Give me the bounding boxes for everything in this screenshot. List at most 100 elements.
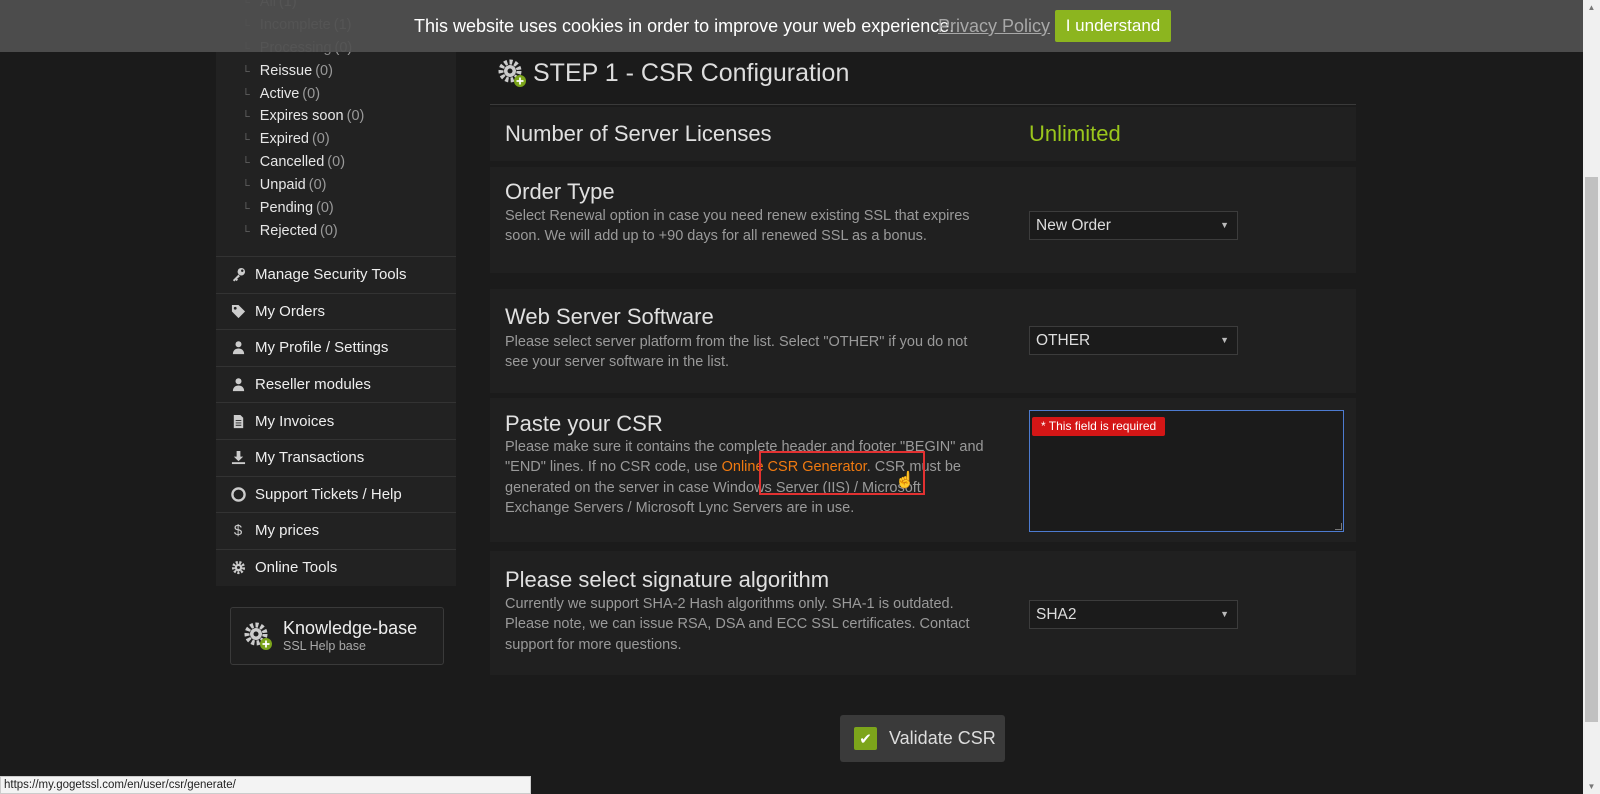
- sidebar-item-my-prices[interactable]: $ My prices: [216, 512, 456, 549]
- page-scrollbar[interactable]: ▲ ▼: [1583, 0, 1600, 794]
- csr-title: Paste your CSR: [505, 411, 663, 436]
- licenses-row: Number of Server Licenses Unlimited: [490, 107, 1356, 161]
- hand-cursor-icon: ☝: [895, 472, 915, 489]
- sidebar-item-my-invoices[interactable]: My Invoices: [216, 402, 456, 439]
- order-status-item[interactable]: └ Expires soon (0): [216, 105, 456, 128]
- order-status-count: (0): [327, 154, 346, 171]
- tree-branch-icon: └: [242, 134, 250, 147]
- scrollbar-thumb[interactable]: [1585, 177, 1598, 722]
- order-status-item[interactable]: └ Expired (0): [216, 128, 456, 151]
- sidebar-item-my-orders[interactable]: My Orders: [216, 292, 456, 330]
- order-status-item[interactable]: └ Unpaid (0): [216, 174, 456, 197]
- gear-icon: [230, 560, 246, 576]
- sidebar-item-support-tickets-help[interactable]: Support Tickets / Help: [216, 475, 456, 513]
- tree-branch-icon: └: [242, 88, 250, 101]
- order-type-selected: New Order: [1036, 217, 1111, 234]
- cookie-message: This website uses cookies in order to im…: [414, 16, 955, 36]
- knowledge-base-subtitle: SSL Help base: [283, 639, 366, 653]
- order-status-label: Reissue: [259, 62, 313, 79]
- order-status-count: (0): [346, 108, 365, 125]
- step-title-text: STEP 1 - CSR Configuration: [533, 58, 850, 87]
- privacy-policy-link[interactable]: Privacy Policy: [938, 16, 1050, 37]
- validate-csr-label: Validate CSR: [889, 728, 996, 748]
- sidebar-nav: Manage Security Tools My Orders My Profile…: [216, 256, 456, 585]
- key-icon: [230, 267, 246, 283]
- cookie-accept-button[interactable]: I understand: [1055, 10, 1171, 42]
- licenses-value: Unlimited: [1029, 121, 1121, 146]
- signature-description: Currently we support SHA-2 Hash algorith…: [505, 596, 970, 653]
- tree-branch-icon: └: [242, 225, 250, 238]
- tree-branch-icon: └: [242, 111, 250, 124]
- validate-csr-button[interactable]: ✔ Validate CSR: [840, 715, 1005, 762]
- sidebar-item-label: My Invoices: [255, 412, 335, 430]
- dropdown-arrow-icon: ▼: [1220, 335, 1229, 345]
- order-type-title: Order Type: [505, 179, 615, 204]
- order-status-label: Pending: [259, 200, 314, 217]
- order-status-count: (0): [315, 62, 333, 79]
- order-status-count: (0): [302, 85, 321, 102]
- sidebar-item-my-profile-settings[interactable]: My Profile / Settings: [216, 329, 456, 366]
- user-icon: [230, 377, 246, 393]
- order-type-description: Select Renewal option in case you need r…: [505, 208, 970, 245]
- knowledge-base-box[interactable]: Knowledge-base SSL Help base: [230, 607, 444, 665]
- order-status-item[interactable]: └ Rejected (0): [216, 220, 456, 243]
- signature-select[interactable]: SHA2 ▼: [1029, 600, 1238, 629]
- user-icon: [230, 340, 246, 356]
- csr-textarea[interactable]: * This field is required: [1029, 410, 1344, 532]
- order-status-item[interactable]: └ Cancelled (0): [216, 151, 456, 174]
- signature-row: Please select signature algorithm Curren…: [490, 551, 1356, 675]
- sidebar-item-label: My Profile / Settings: [255, 339, 389, 357]
- resize-handle[interactable]: [1335, 523, 1342, 530]
- order-type-select[interactable]: New Order ▼: [1029, 211, 1238, 240]
- tree-branch-icon: └: [242, 180, 250, 193]
- download-icon: [230, 450, 246, 466]
- tree-branch-icon: └: [242, 157, 250, 170]
- lifebuoy-icon: [230, 486, 246, 502]
- tree-branch-icon: └: [242, 65, 250, 78]
- web-server-select[interactable]: OTHER ▼: [1029, 326, 1238, 355]
- order-status-label: Expires soon: [259, 108, 344, 125]
- sidebar: └All(1)└Incomplete(1)└Processing(0)└Reis…: [216, 0, 456, 665]
- order-status-item[interactable]: └ Pending (0): [216, 197, 456, 220]
- sidebar-item-my-transactions[interactable]: My Transactions: [216, 438, 456, 476]
- web-server-title: Web Server Software: [505, 304, 714, 329]
- scroll-down-icon[interactable]: ▼: [1583, 779, 1600, 794]
- signature-selected: SHA2: [1036, 606, 1077, 623]
- sidebar-item-reseller-modules[interactable]: Reseller modules: [216, 365, 456, 403]
- order-status-label: Cancelled: [259, 154, 325, 171]
- sidebar-item-online-tools[interactable]: Online Tools: [216, 548, 456, 586]
- web-server-selected: OTHER: [1036, 332, 1091, 349]
- gear-plus-icon: [497, 58, 527, 88]
- web-server-row: Web Server Software Please select server…: [490, 289, 1356, 393]
- order-status-item[interactable]: └ Reissue (0): [216, 60, 456, 83]
- gear-plus-icon: [243, 621, 273, 651]
- page-title: STEP 1 - CSR Configuration: [497, 58, 849, 88]
- sidebar-item-label: Online Tools: [255, 559, 338, 577]
- order-status-item[interactable]: └ Active (0): [216, 83, 456, 106]
- csr-row: Paste your CSR Please make sure it conta…: [490, 398, 1356, 542]
- dropdown-arrow-icon: ▼: [1220, 609, 1229, 619]
- online-csr-generator-link[interactable]: Online CSR Generator: [722, 459, 867, 475]
- dropdown-arrow-icon: ▼: [1220, 220, 1229, 230]
- sidebar-item-label: Manage Security Tools: [255, 266, 407, 284]
- order-status-label: Expired: [259, 131, 309, 148]
- signature-title: Please select signature algorithm: [505, 567, 830, 592]
- order-status-label: Unpaid: [259, 177, 306, 194]
- order-type-row: Order Type Select Renewal option in case…: [490, 167, 1356, 273]
- required-error-badge: * This field is required: [1032, 417, 1166, 436]
- licenses-label: Number of Server Licenses: [505, 121, 772, 146]
- document-icon: [230, 413, 246, 429]
- cookie-banner: This website uses cookies in order to im…: [0, 0, 1600, 52]
- sidebar-item-label: Support Tickets / Help: [255, 485, 402, 503]
- tag-icon: [230, 303, 246, 319]
- sidebar-item-label: My Transactions: [255, 449, 365, 467]
- knowledge-base-title: Knowledge-base: [283, 618, 418, 638]
- order-status-count: (0): [308, 177, 327, 194]
- web-server-description: Please select server platform from the l…: [505, 334, 968, 371]
- status-bar-url: https://my.gogetssl.com/en/user/csr/gene…: [0, 776, 531, 794]
- scroll-up-icon[interactable]: ▲: [1583, 0, 1600, 15]
- sidebar-item-label: My Orders: [255, 302, 326, 320]
- order-status-count: (0): [320, 222, 338, 239]
- checkmark-icon: ✔: [854, 727, 877, 750]
- sidebar-item-manage-security-tools[interactable]: Manage Security Tools: [216, 256, 456, 293]
